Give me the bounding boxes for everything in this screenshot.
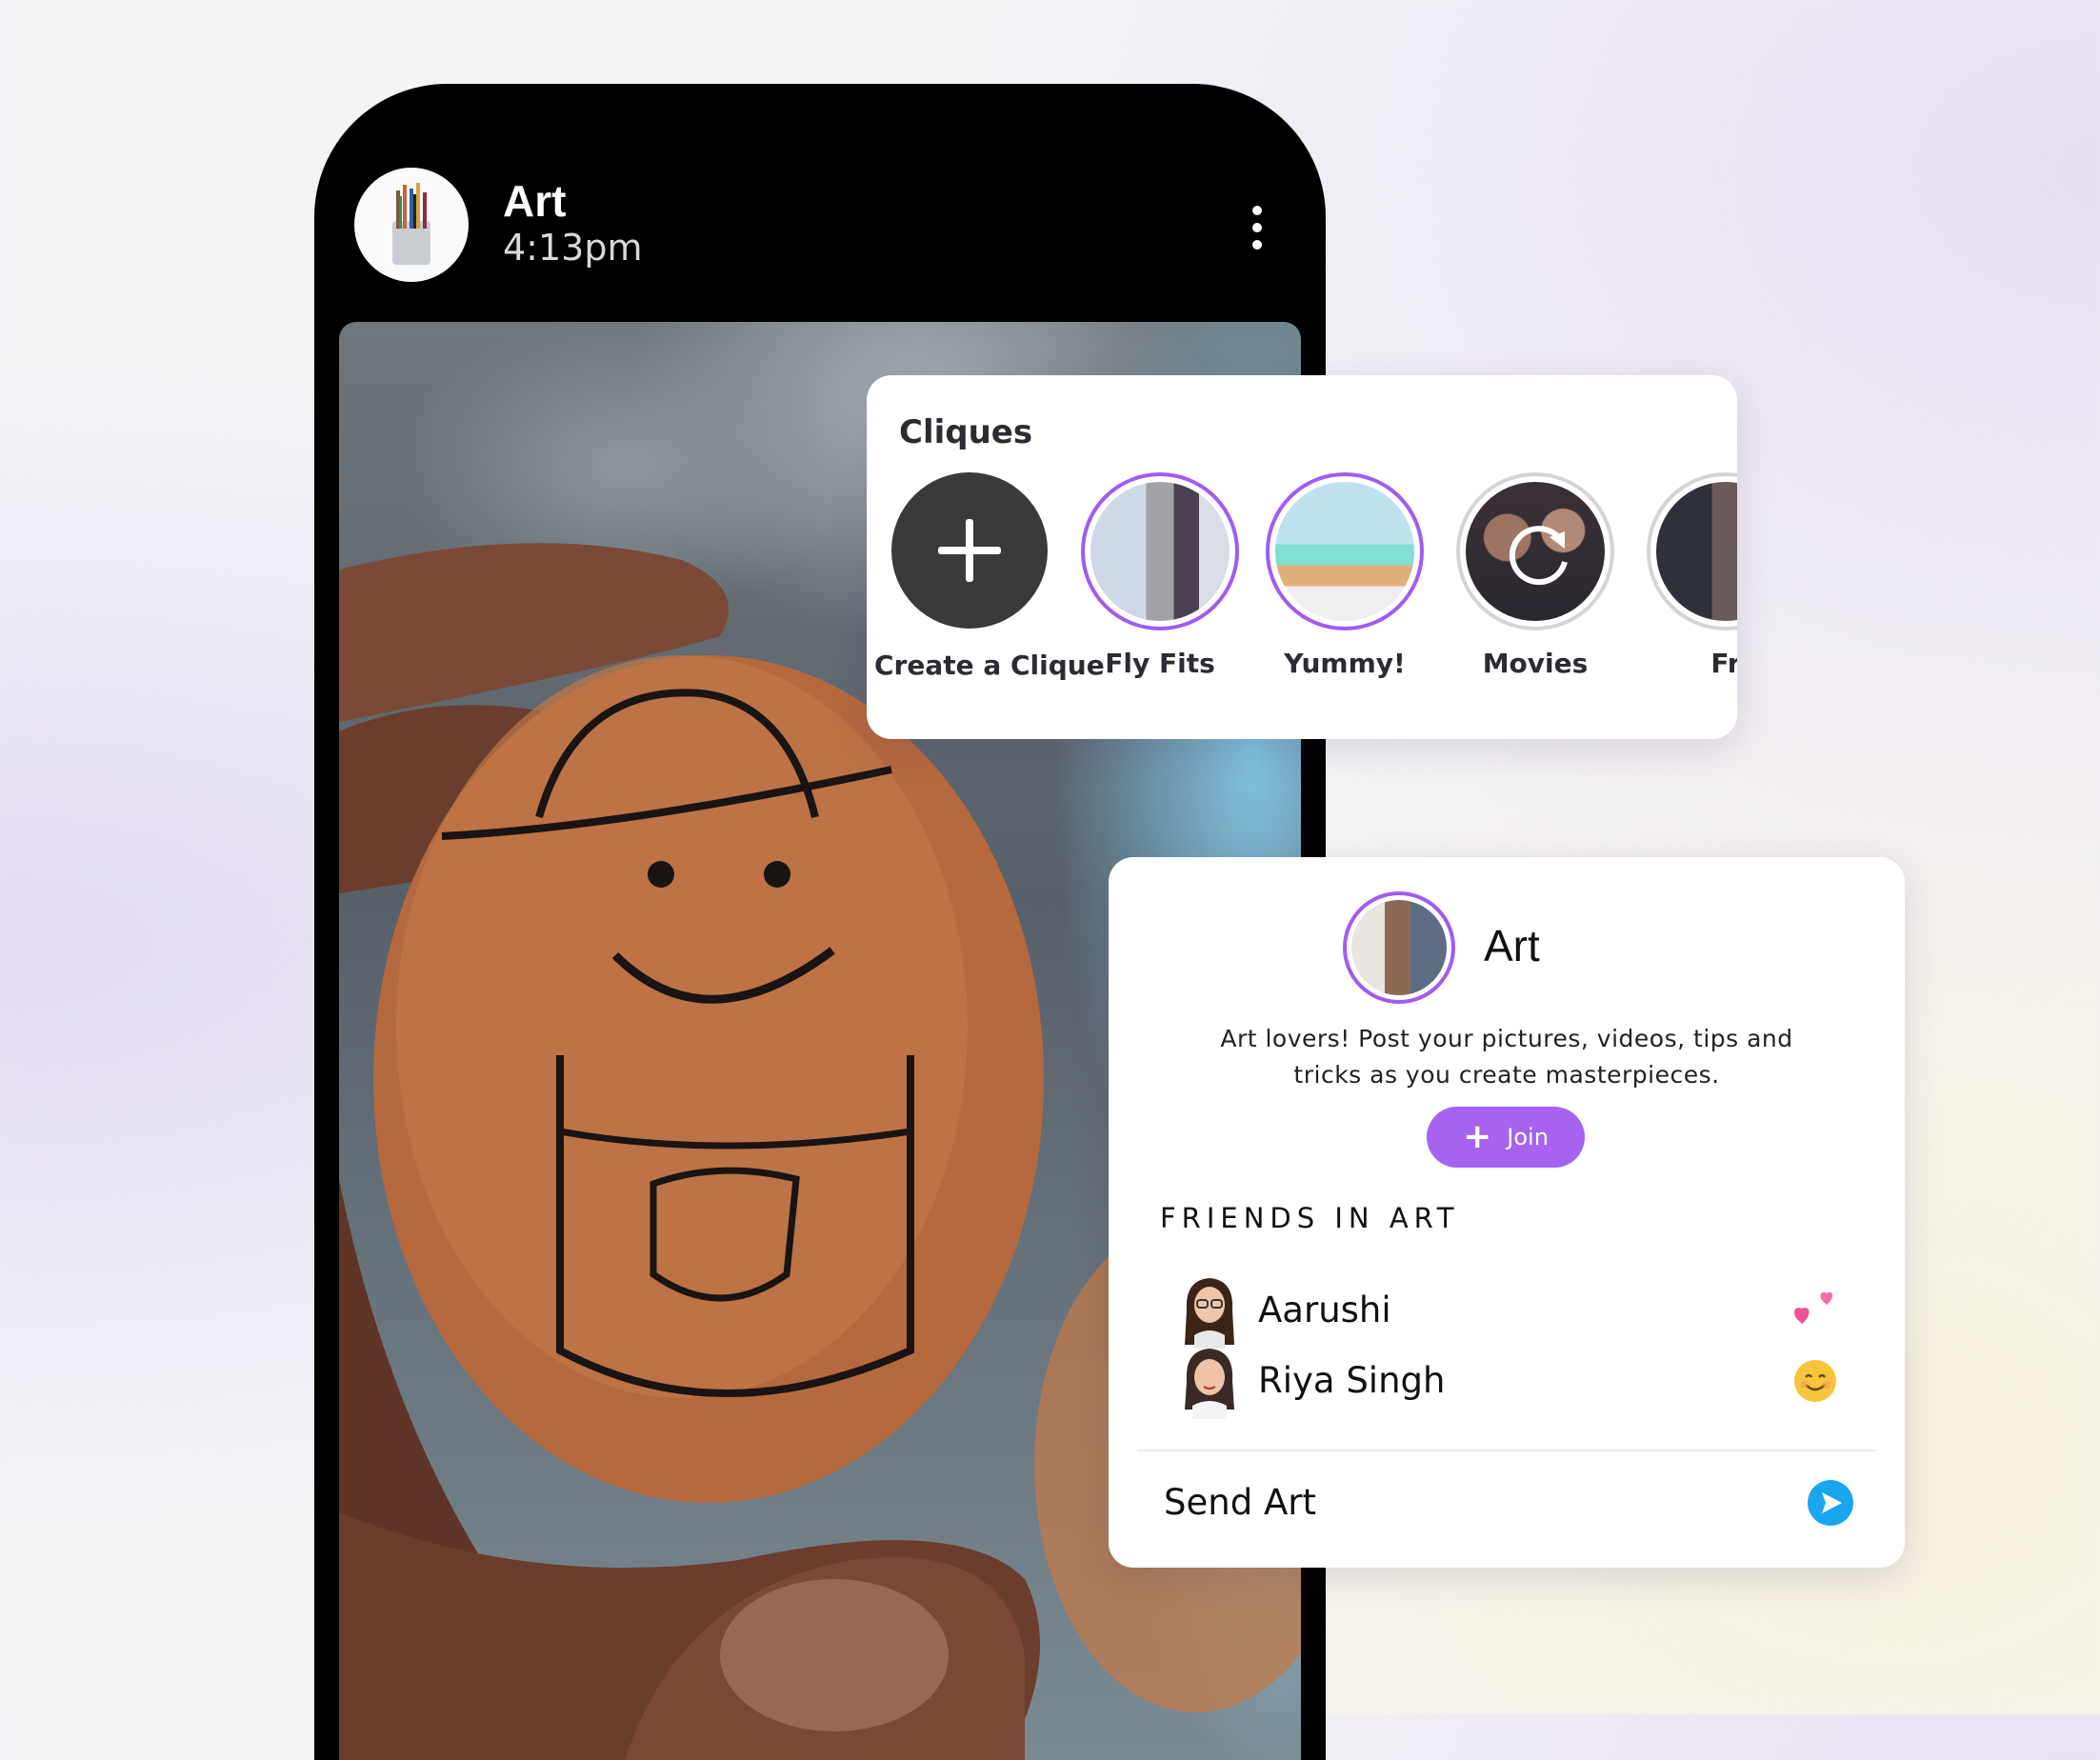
cliques-title: Cliques — [899, 413, 1033, 451]
art-clique-name: Art — [1484, 921, 1540, 970]
join-button[interactable]: + Join — [1427, 1107, 1585, 1168]
join-label: Join — [1507, 1124, 1549, 1150]
friend-name: Aarushi — [1258, 1290, 1391, 1330]
friend-name: Riya Singh — [1258, 1360, 1446, 1401]
clique-label: Create a Clique — [874, 650, 1105, 681]
art-clique-avatar — [1343, 891, 1455, 1004]
clique-avatar — [1275, 482, 1414, 621]
divider — [1137, 1450, 1876, 1451]
clique-avatar-ring — [1456, 472, 1614, 630]
story-title: Art — [503, 176, 567, 226]
clique-yummy[interactable]: Yummy! — [1250, 472, 1440, 679]
clique-avatar — [1466, 482, 1605, 621]
two-hearts-icon — [1794, 1291, 1833, 1324]
clique-detail-card: Art Art lovers! Post your pictures, vide… — [1109, 857, 1905, 1568]
clique-avatar — [1656, 482, 1737, 621]
clique-partial[interactable]: Fr — [1630, 472, 1737, 679]
story-avatar[interactable] — [354, 168, 469, 282]
clique-movies[interactable]: Movies — [1440, 472, 1630, 679]
story-header: Art 4:13pm — [314, 84, 1326, 322]
refresh-icon — [1509, 526, 1568, 586]
smiling-face-icon — [1794, 1360, 1836, 1402]
more-vertical-icon[interactable] — [1246, 206, 1269, 263]
friend-row[interactable]: Riya Singh — [1109, 1335, 1905, 1421]
cliques-card: Cliques Create a Clique Fly Fits Yummy! … — [867, 375, 1737, 739]
send-label[interactable]: Send Art — [1164, 1482, 1316, 1523]
clique-avatar-ring — [1081, 472, 1239, 630]
clique-avatar-ring — [1647, 472, 1737, 630]
clique-label: Fly Fits — [1105, 648, 1215, 679]
clique-label: Movies — [1482, 648, 1589, 679]
plus-icon: + — [1463, 1117, 1492, 1156]
clique-label: Yummy! — [1284, 648, 1406, 679]
clique-avatar — [1090, 482, 1230, 621]
friends-heading: FRIENDS IN ART — [1160, 1202, 1460, 1234]
create-clique-button[interactable]: Create a Clique — [874, 472, 1105, 681]
paintbrushes-icon — [392, 183, 430, 265]
plus-icon — [891, 472, 1048, 629]
clique-label: Fr — [1710, 648, 1737, 679]
clique-avatar-ring — [1266, 472, 1424, 630]
bitmoji-avatar — [1185, 1349, 1234, 1419]
clique-fly-fits[interactable]: Fly Fits — [1065, 472, 1255, 679]
art-clique-description: Art lovers! Post your pictures, videos, … — [1220, 1025, 1793, 1089]
send-arrow-icon[interactable] — [1808, 1480, 1853, 1526]
story-timestamp: 4:13pm — [503, 227, 643, 269]
